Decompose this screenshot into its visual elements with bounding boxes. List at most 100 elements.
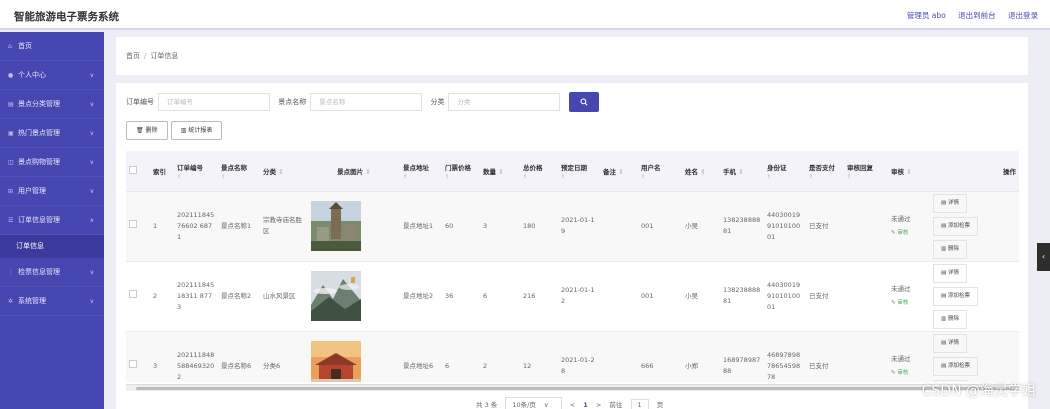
detail-icon: ▤ bbox=[941, 339, 947, 346]
col-username[interactable]: 用户名 ⇕ bbox=[638, 151, 682, 192]
col-image[interactable]: 景点图片 ⇕ bbox=[308, 151, 400, 192]
detail-button[interactable]: ▤ 详情 bbox=[933, 333, 967, 353]
col-remark[interactable]: 备注 ⇕ bbox=[600, 151, 638, 192]
col-order-no[interactable]: 订单编号 ⇕ bbox=[174, 151, 218, 192]
goto-label: 前往 bbox=[609, 401, 623, 409]
stats-report-button[interactable]: ▥ 统计报表 bbox=[170, 121, 223, 140]
add-ticket-button[interactable]: ▤ 添加检票 bbox=[933, 286, 978, 306]
sidebar-item-shopping[interactable]: ◫ 景点购物管理 ∨ bbox=[0, 148, 104, 177]
col-phone[interactable]: 手机 ⇕ bbox=[720, 151, 764, 192]
col-qty[interactable]: 数量 ⇕ bbox=[480, 151, 520, 192]
row-checkbox[interactable] bbox=[129, 220, 137, 228]
sidebar-item-home[interactable]: ⌂ 首页 bbox=[0, 32, 104, 61]
frontend-link[interactable]: 退出到前台 bbox=[958, 11, 996, 20]
add-icon: ▤ bbox=[941, 292, 947, 299]
sidebar-item-category[interactable]: ▤ 景点分类管理 ∨ bbox=[0, 90, 104, 119]
cell-qty: 6 bbox=[480, 261, 520, 332]
spot-image-gate[interactable] bbox=[311, 341, 361, 382]
sort-icon: ⇕ bbox=[767, 173, 772, 180]
detail-button[interactable]: ▤ 详情 bbox=[933, 193, 967, 213]
chevron-down-icon: ∨ bbox=[89, 298, 94, 305]
delete-button[interactable]: 🗑 删除 bbox=[126, 121, 168, 140]
cell-phone: 13823888881 bbox=[720, 261, 764, 332]
logout-link[interactable]: 退出登录 bbox=[1008, 11, 1038, 20]
chart-icon: ▥ bbox=[180, 127, 187, 134]
col-price[interactable]: 门票价格 ⇕ bbox=[442, 151, 480, 192]
col-spot-name[interactable]: 景点名称 ⇕ bbox=[218, 151, 260, 192]
search-button[interactable] bbox=[569, 92, 599, 112]
cell-order-no: 20211184518311 8773 bbox=[174, 261, 218, 332]
sort-icon: ⇕ bbox=[177, 173, 182, 180]
sidebar-subitem-order-info[interactable]: 订单信息 bbox=[0, 235, 104, 258]
audit-link[interactable]: ✎ 审核 bbox=[891, 298, 927, 309]
cell-price: 36 bbox=[442, 261, 480, 332]
sidebar-item-profile[interactable]: ● 个人中心 ∨ bbox=[0, 61, 104, 90]
col-realname[interactable]: 姓名 ⇕ bbox=[682, 151, 720, 192]
chevron-down-icon: ∨ bbox=[89, 72, 94, 79]
add-ticket-button[interactable]: ▤ 添加检票 bbox=[933, 356, 978, 376]
cell-category: 分类6 bbox=[260, 331, 308, 382]
chevron-down-icon: ∨ bbox=[89, 159, 94, 166]
table-row[interactable]: 1 20211184576602 6871 景点名称1 宗教寺庙名胜区 景点地址… bbox=[126, 191, 1019, 262]
cell-remark bbox=[600, 331, 638, 382]
cell-address: 景点地址2 bbox=[400, 261, 442, 332]
list-icon: ▤ bbox=[8, 101, 14, 108]
cell-actions: ▤ 详情▤ 添加检票 ▥ 删除 bbox=[930, 331, 1019, 382]
sort-icon: ⇕ bbox=[618, 167, 624, 176]
table-row[interactable]: 2 20211184518311 8773 景点名称2 山水风景区 景点地址2 … bbox=[126, 261, 1019, 332]
table-row[interactable]: 3 2021118485884693202 景点名称6 分类6 景点地址6 6 … bbox=[126, 331, 1019, 382]
add-ticket-button[interactable]: ▤ 添加检票 bbox=[933, 216, 978, 236]
category-input[interactable]: 分类 bbox=[448, 93, 561, 111]
col-address[interactable]: 景点地址 ⇕ bbox=[400, 151, 442, 192]
chevron-down-icon: ∨ bbox=[89, 101, 94, 108]
row-delete-button[interactable]: ▥ 删除 bbox=[933, 239, 967, 259]
order-no-input[interactable]: 订单编号 bbox=[158, 93, 270, 111]
spot-image-tower[interactable] bbox=[311, 201, 361, 251]
col-paid[interactable]: 是否支付 ⇕ bbox=[806, 151, 844, 192]
ticket-icon: ⋮ bbox=[8, 269, 14, 276]
user-icon: ● bbox=[8, 72, 14, 79]
col-idcard[interactable]: 身份证 ⇕ bbox=[764, 151, 806, 192]
order-list-card: 订单编号 订单编号 景点名称 景点名称 分类 分类 🗑 删除 ▥ 统计报表 索引 订单… bbox=[116, 83, 1028, 409]
chevron-down-icon: ∨ bbox=[89, 130, 94, 137]
row-checkbox[interactable] bbox=[129, 290, 137, 298]
row-delete-button[interactable]: ▥ 删除 bbox=[933, 309, 967, 329]
page-size-select[interactable]: 10条/页 ∨ bbox=[505, 397, 562, 409]
cell-username: 666 bbox=[638, 331, 682, 382]
col-audit[interactable]: 审核 ⇕ bbox=[888, 151, 930, 192]
audit-link[interactable]: ✎ 审核 bbox=[891, 368, 927, 379]
sidebar-item-tickets[interactable]: ⋮ 检票信息管理 ∨ bbox=[0, 258, 104, 287]
cell-order-no: 2021118485884693202 bbox=[174, 331, 218, 382]
sidebar-item-orders[interactable]: ☰ 订单信息管理 ∧ bbox=[0, 206, 104, 235]
spot-name-input[interactable]: 景点名称 bbox=[310, 93, 423, 111]
chevron-down-icon: ∨ bbox=[543, 401, 549, 409]
prev-page-button[interactable]: < bbox=[570, 401, 575, 409]
watermark: CSDN @海灵学姐 bbox=[921, 383, 1036, 399]
collapse-panel-button[interactable]: ‹ bbox=[1037, 243, 1050, 271]
sidebar-item-system[interactable]: ✲ 系统管理 ∨ bbox=[0, 287, 104, 316]
breadcrumb-current: 订单信息 bbox=[150, 52, 179, 60]
sidebar-item-hot-spots[interactable]: ▣ 热门景点管理 ∨ bbox=[0, 119, 104, 148]
col-total[interactable]: 总价格 ⇕ bbox=[520, 151, 558, 192]
next-page-button[interactable]: > bbox=[596, 401, 601, 409]
cell-date: 2021-01-19 bbox=[558, 191, 600, 262]
sidebar-item-users[interactable]: ⊞ 用户管理 ∨ bbox=[0, 177, 104, 206]
col-date[interactable]: 预定日期 ⇕ bbox=[558, 151, 600, 192]
order-table-wrapper[interactable]: 索引 订单编号 ⇕ 景点名称 ⇕ 分类 ⇕ 景点图片 ⇕ 景点地址 ⇕ 门票价格 ⇕ 数… bbox=[126, 151, 1019, 382]
col-category[interactable]: 分类 ⇕ bbox=[260, 151, 308, 192]
horizontal-scrollbar[interactable] bbox=[126, 384, 1019, 391]
scrollbar-thumb[interactable] bbox=[136, 387, 1019, 390]
cell-audit: 未通过 ✎ 审核 bbox=[888, 191, 930, 262]
select-all-checkbox[interactable] bbox=[129, 165, 137, 174]
goto-page-input[interactable]: 1 bbox=[630, 399, 649, 409]
row-checkbox[interactable] bbox=[129, 360, 137, 368]
detail-button[interactable]: ▤ 详情 bbox=[933, 263, 967, 283]
audit-link[interactable]: ✎ 审核 bbox=[891, 228, 927, 239]
col-reply[interactable]: 审核回复 ⇕ bbox=[844, 151, 888, 192]
spot-image-mountain[interactable] bbox=[311, 271, 361, 321]
cell-audit: 未通过 ✎ 审核 bbox=[888, 331, 930, 382]
top-bar: 智能旅游电子票务系统 管理员 abo 退出到前台 退出登录 bbox=[0, 0, 1050, 30]
breadcrumb-home[interactable]: 首页 bbox=[126, 52, 140, 60]
cell-qty: 3 bbox=[480, 191, 520, 262]
page-number-current[interactable]: 1 bbox=[583, 401, 588, 409]
